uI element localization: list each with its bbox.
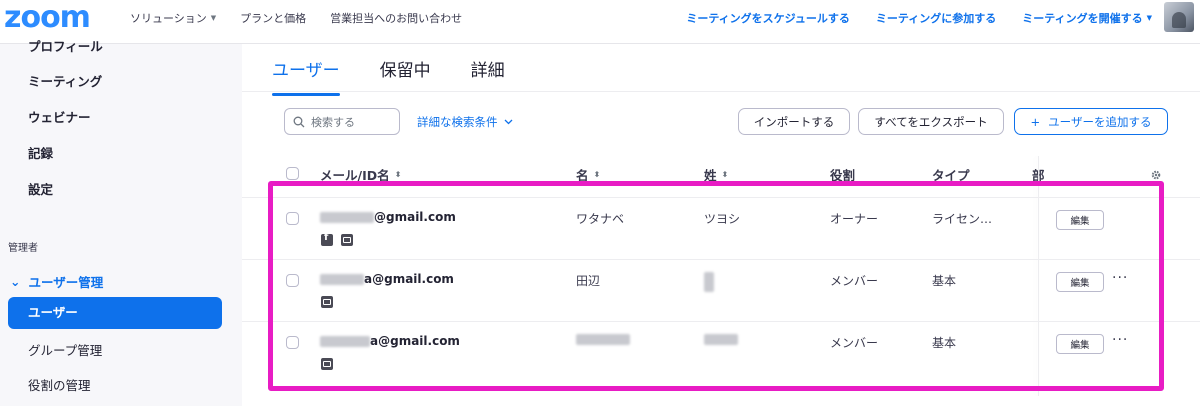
- tab-bar: ユーザー 保留中 詳細: [272, 52, 505, 96]
- sidebar-section-admin: 管理者: [8, 243, 38, 254]
- user-first-name: 田辺: [576, 274, 601, 288]
- add-user-button[interactable]: + ユーザーを追加する: [1014, 108, 1168, 135]
- tab-advanced[interactable]: 詳細: [471, 52, 505, 94]
- host-meeting-link[interactable]: ミーティングを開催する ▼: [1022, 10, 1152, 26]
- more-options-icon[interactable]: ···: [1112, 332, 1128, 348]
- sort-icon: ⬍: [721, 169, 729, 179]
- sidebar-item-webinars[interactable]: ウェビナー: [28, 107, 91, 126]
- nav-plans-pricing[interactable]: プランと価格: [240, 10, 306, 26]
- column-type: タイプ: [932, 168, 970, 183]
- redacted-text: [704, 272, 714, 292]
- row-checkbox[interactable]: [286, 336, 299, 349]
- user-email[interactable]: @gmail.com: [320, 210, 456, 224]
- add-user-label: ユーザーを追加する: [1048, 114, 1152, 129]
- user-type: ライセン…: [932, 212, 993, 226]
- mail-icon: [341, 234, 353, 246]
- tab-pending[interactable]: 保留中: [380, 52, 431, 94]
- redacted-text: [576, 334, 630, 345]
- user-type: 基本: [932, 336, 957, 350]
- more-options-icon[interactable]: ···: [1112, 270, 1128, 286]
- column-first-name[interactable]: 名 ⬍: [576, 165, 600, 184]
- avatar[interactable]: [1164, 2, 1194, 32]
- schedule-meeting-link[interactable]: ミーティングをスケジュールする: [686, 10, 850, 26]
- user-role: オーナー: [830, 212, 879, 226]
- plus-icon: +: [1030, 114, 1041, 129]
- user-email-text: a@gmail.com: [364, 272, 454, 286]
- chevron-down-icon: [504, 119, 512, 124]
- column-last-name-label: 姓: [704, 168, 717, 183]
- user-type: 基本: [932, 274, 957, 288]
- row-checkbox[interactable]: [286, 212, 299, 225]
- sidebar-item-meetings[interactable]: ミーティング: [28, 71, 102, 90]
- search-placeholder: 検索する: [311, 115, 355, 129]
- redacted-text: [320, 273, 364, 285]
- table-row: a@gmail.com メンバー 基本 編集 ···: [242, 321, 1200, 383]
- user-role: メンバー: [830, 274, 879, 288]
- sidebar-group-user-management[interactable]: ⌄ ユーザー管理: [10, 272, 103, 291]
- nav-contact-sales[interactable]: 営業担当へのお問い合わせ: [330, 10, 462, 26]
- select-all-checkbox[interactable]: [286, 167, 299, 180]
- tab-users[interactable]: ユーザー: [272, 52, 340, 96]
- sidebar-item-users[interactable]: ユーザー: [8, 297, 222, 329]
- user-last-name: [704, 334, 738, 348]
- top-navigation-bar: zoom ソリューション ▼ プランと価格 営業担当へのお問い合わせ ミーティン…: [0, 0, 1200, 44]
- table-row: a@gmail.com 田辺 メンバー 基本 編集 ···: [242, 259, 1200, 321]
- search-icon: [293, 116, 305, 127]
- nav-left: ソリューション ▼ プランと価格 営業担当へのお問い合わせ: [130, 0, 462, 36]
- user-email-text: a@gmail.com: [370, 334, 460, 348]
- sidebar-item-settings[interactable]: 設定: [28, 179, 53, 198]
- sidebar-group-label: ユーザー管理: [28, 275, 104, 290]
- user-last-name: ツヨシ: [704, 212, 741, 226]
- nav-right: ミーティングをスケジュールする ミーティングに参加する ミーティングを開催する …: [686, 0, 1152, 36]
- tabs-divider: [242, 91, 1200, 92]
- sidebar: プロフィール ミーティング ウェビナー 記録 設定 管理者 ⌄ ユーザー管理 ユ…: [0, 39, 242, 406]
- user-first-name: [576, 334, 630, 348]
- user-first-name: ワタナベ: [576, 212, 625, 226]
- join-meeting-link[interactable]: ミーティングに参加する: [876, 10, 996, 26]
- edit-button[interactable]: 編集: [1056, 272, 1104, 292]
- sort-icon: ⬍: [593, 169, 601, 179]
- nav-solutions-label: ソリューション: [130, 12, 207, 25]
- nav-solutions[interactable]: ソリューション ▼: [130, 10, 216, 26]
- caret-down-icon: ▼: [210, 14, 217, 22]
- column-first-name-label: 名: [576, 168, 589, 183]
- redacted-text: [320, 335, 370, 347]
- main-content: ユーザー 保留中 詳細 検索する 詳細な検索条件 インポートする すべてをエクス…: [242, 44, 1200, 406]
- advanced-search-link[interactable]: 詳細な検索条件: [417, 108, 513, 135]
- mail-icon: [321, 296, 333, 308]
- column-last-name[interactable]: 姓 ⬍: [704, 165, 728, 184]
- host-meeting-label: ミーティングを開催する: [1022, 12, 1143, 25]
- gear-icon[interactable]: [1150, 169, 1162, 181]
- import-button[interactable]: インポートする: [738, 108, 850, 135]
- sidebar-item-recordings[interactable]: 記録: [28, 143, 53, 162]
- advanced-search-label: 詳細な検索条件: [417, 114, 498, 129]
- sidebar-item-role-management[interactable]: 役割の管理: [28, 375, 91, 394]
- user-email-text: @gmail.com: [374, 210, 456, 224]
- user-email[interactable]: a@gmail.com: [320, 272, 454, 286]
- row-checkbox[interactable]: [286, 274, 299, 287]
- caret-down-icon: ▼: [1146, 14, 1152, 22]
- sidebar-item-group-management[interactable]: グループ管理: [28, 340, 102, 359]
- redacted-text: [704, 334, 738, 345]
- edit-button[interactable]: 編集: [1056, 210, 1104, 230]
- edit-button[interactable]: 編集: [1056, 334, 1104, 354]
- column-email[interactable]: メール/ID名 ⬍: [320, 165, 401, 184]
- redacted-text: [320, 211, 374, 223]
- export-all-button[interactable]: すべてをエクスポート: [858, 108, 1004, 135]
- column-role: 役割: [830, 168, 856, 183]
- user-email[interactable]: a@gmail.com: [320, 334, 460, 348]
- search-input[interactable]: 検索する: [284, 108, 400, 135]
- table-row: @gmail.com ワタナベ ツヨシ オーナー ライセン… 編集: [242, 197, 1200, 259]
- user-last-name: [704, 272, 714, 295]
- user-role: メンバー: [830, 336, 879, 350]
- facebook-icon: [321, 232, 333, 246]
- column-email-label: メール/ID名: [320, 168, 390, 183]
- sidebar-item-profile[interactable]: プロフィール: [28, 36, 103, 55]
- chevron-down-icon: ⌄: [10, 274, 21, 289]
- mail-icon: [321, 358, 333, 370]
- sort-icon: ⬍: [394, 169, 402, 179]
- zoom-logo[interactable]: zoom: [4, 2, 91, 34]
